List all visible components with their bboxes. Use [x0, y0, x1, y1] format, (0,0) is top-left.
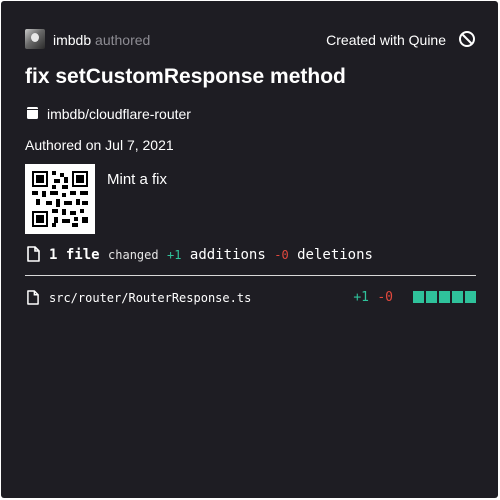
- repo-name[interactable]: imbdb/cloudflare-router: [47, 106, 191, 122]
- change-block: [426, 291, 437, 303]
- repo-icon: [27, 107, 38, 119]
- change-block: [465, 291, 476, 303]
- change-block: [452, 291, 463, 303]
- author-name[interactable]: imbdb: [53, 32, 91, 48]
- change-block: [439, 291, 450, 303]
- avatar[interactable]: [25, 29, 45, 49]
- file-deletions: -0: [377, 290, 393, 305]
- changed-label: changed: [108, 248, 159, 262]
- authored-date: Authored on Jul 7, 2021: [25, 137, 174, 153]
- deletions-label: deletions: [297, 247, 373, 263]
- additions-label: additions: [189, 247, 266, 263]
- file-count: 1 file: [49, 247, 100, 263]
- file-icon: [27, 246, 40, 262]
- summary-text: 1 file changed +1 additions -0 deletions: [49, 246, 373, 264]
- file-path[interactable]: src/router/RouterResponse.ts: [49, 290, 251, 306]
- quine-icon[interactable]: [458, 30, 476, 48]
- created-with-label: Created with Quine: [326, 32, 446, 48]
- card-header: imbdb authored Created with Quine: [25, 29, 476, 51]
- additions-count: +1: [167, 248, 182, 262]
- qr-code-icon: [32, 171, 88, 227]
- commit-card: imbdb authored Created with Quine fix se…: [1, 1, 498, 498]
- page-title: fix setCustomResponse method: [25, 65, 346, 88]
- file-icon: [27, 290, 39, 305]
- change-block: [413, 291, 424, 303]
- divider: [25, 275, 476, 276]
- mint-fix-label[interactable]: Mint a fix: [107, 171, 167, 189]
- change-blocks: [413, 291, 476, 303]
- author-line: imbdb authored: [53, 32, 150, 48]
- qr-code[interactable]: [25, 164, 95, 234]
- file-additions: +1: [353, 290, 369, 305]
- deletions-count: -0: [274, 248, 289, 262]
- file-row[interactable]: src/router/RouterResponse.ts +1 -0: [25, 289, 476, 307]
- author-verb: authored: [95, 32, 151, 48]
